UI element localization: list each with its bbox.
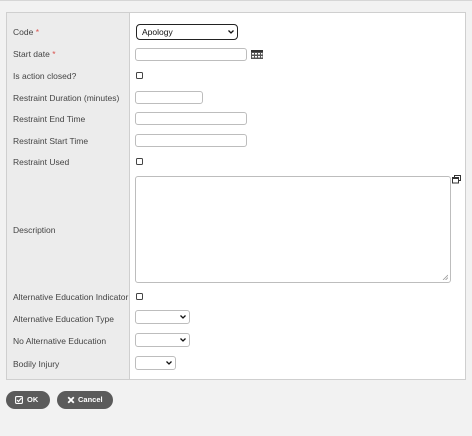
chevron-down-icon <box>180 338 186 342</box>
restraint-end-time-input[interactable] <box>135 112 247 125</box>
restraint-start-time-input[interactable] <box>135 134 247 147</box>
edit-form: Code * Start date * Is action closed? Re… <box>6 12 466 380</box>
alt-education-type-label: Alternative Education Type <box>13 314 114 324</box>
description-label: Description <box>13 225 56 235</box>
restraint-duration-label: Restraint Duration (minutes) <box>13 93 120 103</box>
alt-education-type-select[interactable] <box>135 310 190 324</box>
alt-education-indicator-label: Alternative Education Indicator <box>13 292 129 302</box>
code-select-value: Apology <box>142 27 173 37</box>
calendar-icon[interactable] <box>251 50 263 59</box>
description-textarea[interactable] <box>135 176 451 283</box>
no-alt-education-select[interactable] <box>135 333 190 347</box>
ok-button-label: OK <box>27 395 39 404</box>
cancel-button[interactable]: Cancel <box>57 391 113 409</box>
ok-button[interactable]: OK <box>6 391 50 409</box>
top-divider <box>0 0 472 1</box>
chevron-down-icon <box>180 315 186 319</box>
alt-education-indicator-checkbox[interactable] <box>136 293 143 300</box>
expand-icon[interactable] <box>452 175 461 184</box>
restraint-used-checkbox[interactable] <box>136 158 143 165</box>
bodily-injury-label: Bodily Injury <box>13 359 60 369</box>
close-icon <box>67 396 75 404</box>
required-marker: * <box>52 49 56 59</box>
restraint-start-time-label: Restraint Start Time <box>13 136 89 146</box>
bodily-injury-select[interactable] <box>135 356 176 370</box>
start-date-label: Start date * <box>13 49 56 59</box>
action-closed-label: Is action closed? <box>13 71 77 81</box>
resize-grip-icon[interactable] <box>442 274 448 280</box>
check-square-icon <box>15 396 23 404</box>
label-column: Code * Start date * Is action closed? Re… <box>7 13 130 379</box>
code-label: Code * <box>13 27 40 37</box>
chevron-down-icon <box>228 30 234 34</box>
required-marker: * <box>35 27 40 37</box>
action-closed-checkbox[interactable] <box>136 72 143 79</box>
restraint-used-label: Restraint Used <box>13 157 70 167</box>
restraint-end-time-label: Restraint End Time <box>13 114 86 124</box>
no-alt-education-label: No Alternative Education <box>13 336 107 346</box>
cancel-button-label: Cancel <box>78 395 103 404</box>
chevron-down-icon <box>166 361 172 365</box>
code-select[interactable]: Apology <box>136 24 238 40</box>
restraint-duration-input[interactable] <box>135 91 203 104</box>
start-date-input[interactable] <box>135 48 247 61</box>
